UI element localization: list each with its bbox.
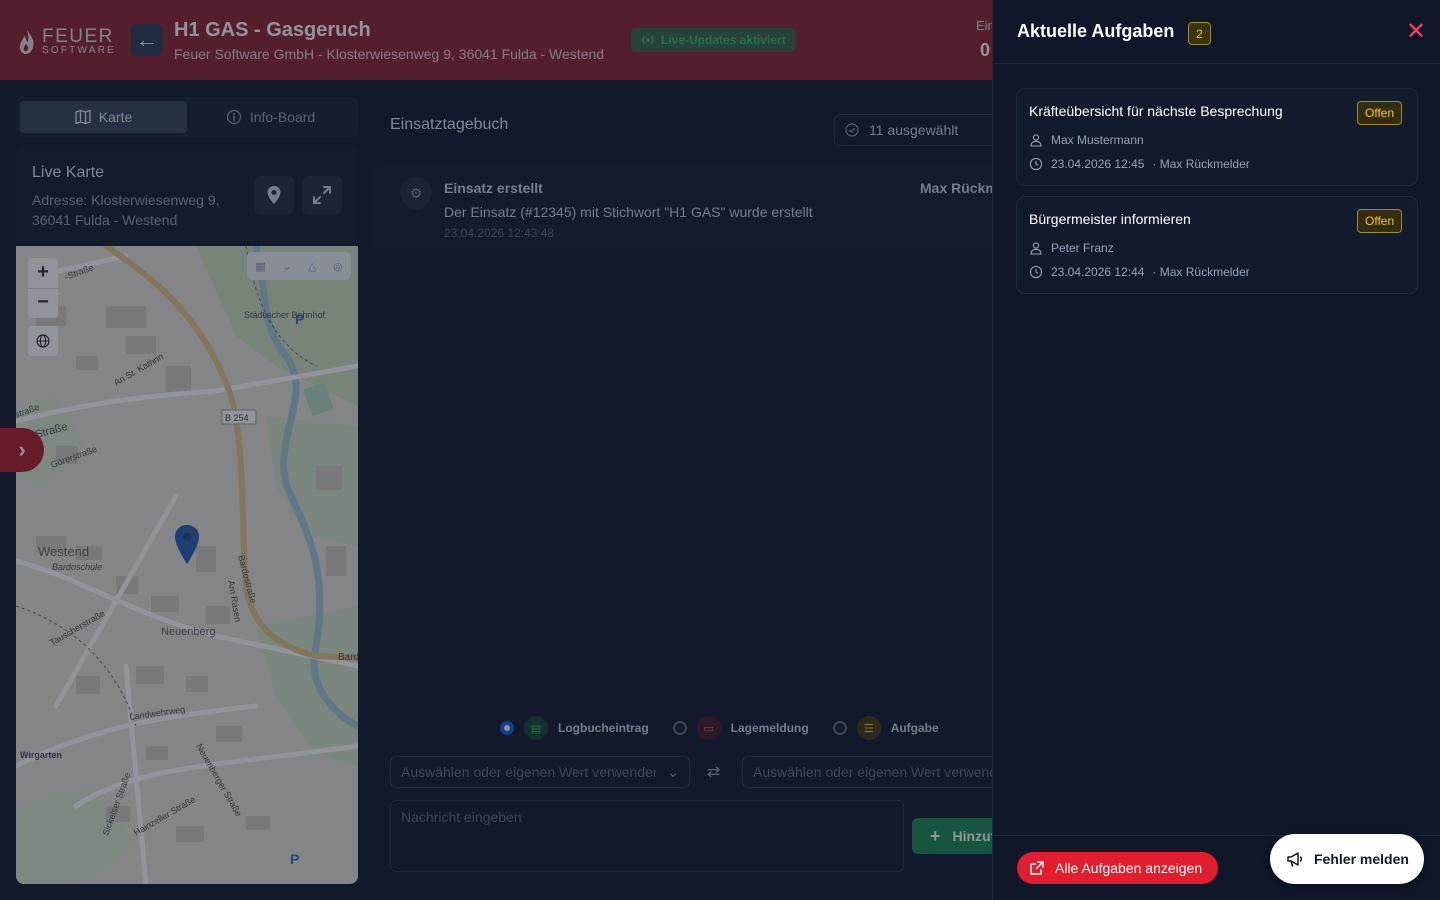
task-title: Kräfteübersicht für nächste Besprechung — [1029, 103, 1283, 119]
megaphone-icon — [1287, 852, 1303, 867]
user-icon — [1030, 242, 1042, 255]
close-icon[interactable]: ✕ — [1406, 20, 1426, 44]
task-meta: 23.04.2026 12:44 · Max Rückmelder — [1029, 265, 1250, 279]
tasks-panel-title: Aktuelle Aufgaben — [1017, 21, 1175, 41]
task-time: 23.04.2026 12:44 — [1051, 265, 1145, 279]
task-title: Bürgermeister informieren — [1029, 211, 1191, 227]
report-bug-button[interactable]: Fehler melden — [1270, 834, 1424, 884]
report-bug-label: Fehler melden — [1314, 851, 1409, 867]
task-assignee-name: Peter Franz — [1051, 241, 1114, 255]
clock-icon — [1029, 157, 1043, 171]
modal-backdrop[interactable] — [0, 0, 992, 900]
tasks-panel: Aktuelle Aufgaben 2 ✕ Kräfteübersicht fü… — [992, 0, 1440, 900]
show-all-tasks-button[interactable]: Alle Aufgaben anzeigen — [1017, 852, 1218, 884]
task-card[interactable]: Kräfteübersicht für nächste Besprechung … — [1016, 88, 1418, 186]
clock-icon — [1029, 265, 1043, 279]
task-time: 23.04.2026 12:45 — [1051, 157, 1145, 171]
external-link-icon — [1030, 861, 1044, 875]
task-meta: 23.04.2026 12:45 · Max Rückmelder — [1029, 157, 1250, 171]
task-status-badge: Offen — [1357, 209, 1403, 233]
task-assignee-name: Max Mustermann — [1051, 133, 1144, 147]
user-icon — [1030, 134, 1042, 147]
task-status-badge: Offen — [1357, 101, 1403, 125]
task-card[interactable]: Bürgermeister informieren Offen Peter Fr… — [1016, 196, 1418, 294]
tasks-count-badge: 2 — [1188, 22, 1211, 45]
task-reporter: · Max Rückmelder — [1152, 157, 1250, 171]
task-reporter: · Max Rückmelder — [1152, 265, 1250, 279]
tasks-panel-header: Aktuelle Aufgaben 2 ✕ — [993, 0, 1440, 64]
task-assignee: Peter Franz — [1029, 241, 1114, 255]
task-assignee: Max Mustermann — [1029, 133, 1144, 147]
show-all-tasks-label: Alle Aufgaben anzeigen — [1055, 860, 1203, 876]
